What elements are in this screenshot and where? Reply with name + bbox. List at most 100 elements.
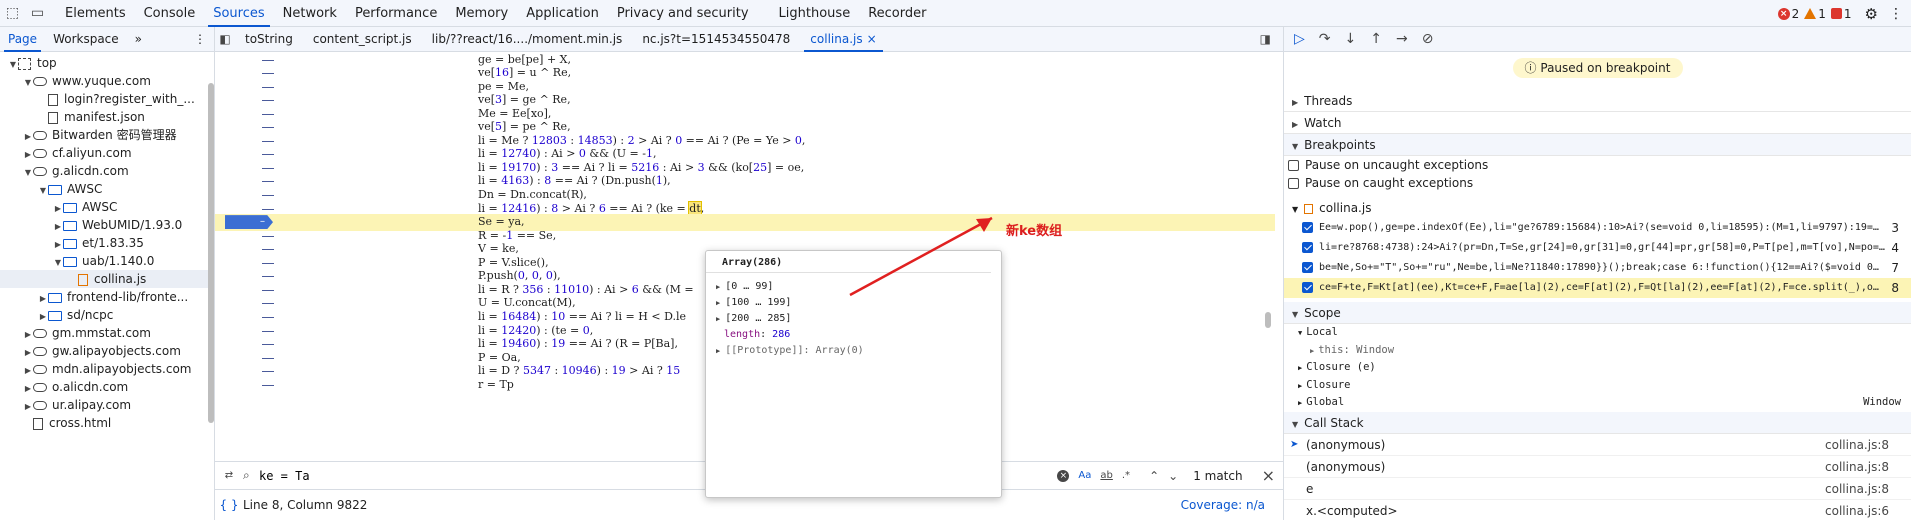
tab-page[interactable]: Page	[0, 27, 45, 52]
line-marker[interactable]	[262, 303, 274, 305]
line-marker[interactable]	[262, 289, 274, 291]
tree-item[interactable]: ▼ uab/1.140.0	[0, 252, 214, 270]
call-frame[interactable]: x.<computed> collina.js:6	[1284, 500, 1911, 520]
collapsed-arrow-icon[interactable]: ▶	[23, 326, 33, 342]
line-marker[interactable]	[262, 167, 274, 169]
frame-location[interactable]: collina.js:8	[1825, 478, 1889, 500]
collapsed-arrow-icon[interactable]: ▶	[23, 344, 33, 360]
line-marker[interactable]	[262, 100, 274, 102]
line-marker[interactable]	[262, 262, 274, 264]
tab-network[interactable]: Network	[274, 0, 346, 27]
breakpoint-item[interactable]: Ee=w.pop(),ge=pe.indexOf(Ee),li="ge?6789…	[1284, 218, 1911, 238]
collapsed-arrow-icon[interactable]: ▶	[38, 308, 48, 324]
toggle-navigator-icon[interactable]: ◧	[215, 32, 235, 46]
tree-item[interactable]: ▶ gw.alipayobjects.com	[0, 342, 214, 360]
tree-item[interactable]: ▶ Bitwarden 密码管理器	[0, 126, 214, 144]
expanded-arrow-icon[interactable]: ▼	[8, 56, 18, 72]
line-marker[interactable]	[262, 371, 274, 373]
editor-tab[interactable]: nc.js?t=1514534550478	[632, 27, 800, 52]
collapsed-arrow-icon[interactable]: ▶	[53, 218, 63, 234]
settings-gear-icon[interactable]: ⚙	[1865, 5, 1878, 23]
editor-tab[interactable]: toString	[235, 27, 303, 52]
collapsed-arrow-icon[interactable]: ▶	[53, 200, 63, 216]
breakpoint-item[interactable]: li=re?8768:4738):24>Ai?(pr=Dn,T=Se,gr[24…	[1284, 238, 1911, 258]
tree-item[interactable]: ▶ AWSC	[0, 198, 214, 216]
checkbox[interactable]	[1288, 160, 1299, 171]
line-marker[interactable]	[262, 249, 274, 251]
collapsed-arrow-icon[interactable]: ▶	[38, 290, 48, 306]
step-icon[interactable]: →	[1396, 31, 1408, 47]
frame-location[interactable]: collina.js:6	[1825, 500, 1889, 520]
toggle-debugger-icon[interactable]: ◨	[1260, 32, 1271, 46]
section-breakpoints[interactable]: ▼ Breakpoints	[1284, 134, 1911, 156]
editor-scrollbar-thumb[interactable]	[1265, 312, 1271, 328]
line-marker[interactable]	[262, 235, 274, 237]
expanded-arrow-icon[interactable]: ▼	[23, 74, 33, 90]
breakpoint-item[interactable]: be=Ne,So+="T",So+="ru",Ne=be,li=Ne?11840…	[1284, 258, 1911, 278]
editor-tab[interactable]: collina.js ×	[800, 27, 886, 52]
line-marker[interactable]	[262, 357, 274, 359]
tree-item[interactable]: ▼ top	[0, 54, 214, 72]
line-marker[interactable]	[262, 113, 274, 115]
tab-memory[interactable]: Memory	[446, 0, 517, 27]
line-marker[interactable]	[262, 384, 274, 386]
tab-application[interactable]: Application	[517, 0, 608, 27]
tree-item[interactable]: login?register_with_...	[0, 90, 214, 108]
match-case-button[interactable]: Aa	[1078, 470, 1091, 481]
line-marker[interactable]	[262, 344, 274, 346]
inspect-element-icon[interactable]: ⬚	[0, 5, 25, 21]
tree-item[interactable]: ▼ g.alicdn.com	[0, 162, 214, 180]
line-marker[interactable]	[262, 195, 274, 196]
expanded-arrow-icon[interactable]: ▼	[23, 164, 33, 180]
tree-item[interactable]: ▼ www.yuque.com	[0, 72, 214, 90]
scope-closure-e[interactable]: ▶ Closure (e)	[1284, 359, 1911, 377]
line-marker[interactable]	[262, 86, 274, 88]
line-marker[interactable]	[262, 208, 274, 210]
tree-item[interactable]: ▶ gm.mmstat.com	[0, 324, 214, 342]
collapsed-arrow-icon[interactable]: ▶	[23, 362, 33, 378]
tree-item[interactable]: ▶ o.alicdn.com	[0, 378, 214, 396]
scope-local[interactable]: ▼ Local	[1284, 324, 1911, 342]
error-count[interactable]: × 2	[1777, 7, 1799, 21]
section-call-stack[interactable]: ▼ Call Stack	[1284, 411, 1911, 434]
line-marker[interactable]	[262, 127, 274, 129]
warning-count[interactable]: 1	[1804, 7, 1826, 21]
step-into-icon[interactable]: ↓	[1345, 31, 1357, 47]
collapsed-arrow-icon[interactable]: ▶	[23, 398, 33, 414]
frame-location[interactable]: collina.js:8	[1825, 456, 1889, 478]
more-tabs-icon[interactable]: »	[127, 27, 150, 52]
tree-item[interactable]: ▼ AWSC	[0, 180, 214, 198]
collapsed-arrow-icon[interactable]: ▶	[53, 236, 63, 252]
tree-item[interactable]: ▶ sd/ncpc	[0, 306, 214, 324]
call-frame[interactable]: (anonymous) collina.js:8	[1284, 456, 1911, 478]
section-watch[interactable]: ▶ Watch	[1284, 112, 1911, 134]
more-options-icon[interactable]: ⋮	[1889, 6, 1903, 22]
line-marker[interactable]	[262, 59, 274, 61]
pause-uncaught-option[interactable]: Pause on uncaught exceptions	[1284, 156, 1911, 174]
line-marker[interactable]	[262, 140, 274, 142]
replace-toggle-icon[interactable]: ⇄	[215, 470, 243, 481]
line-marker[interactable]	[262, 73, 274, 75]
tree-item[interactable]: ▶ WebUMID/1.93.0	[0, 216, 214, 234]
more-options-icon[interactable]: ⋮	[194, 32, 206, 46]
checkbox[interactable]	[1288, 178, 1299, 189]
tab-workspace[interactable]: Workspace	[45, 27, 127, 52]
tree-item[interactable]: manifest.json	[0, 108, 214, 126]
coverage-status[interactable]: Coverage: n/a	[1181, 498, 1265, 512]
scope-closure[interactable]: ▶ Closure	[1284, 377, 1911, 395]
collapsed-arrow-icon[interactable]: ▶	[23, 146, 33, 162]
collapsed-arrow-icon[interactable]: ▶	[23, 380, 33, 396]
array-chunk-2[interactable]: ▶ [200 … 285]	[706, 311, 1001, 327]
line-marker[interactable]	[262, 181, 274, 183]
resume-icon[interactable]: ▷	[1294, 31, 1305, 47]
step-over-icon[interactable]: ↷	[1319, 31, 1331, 47]
frame-location[interactable]: collina.js:8	[1825, 434, 1889, 456]
tab-console[interactable]: Console	[135, 0, 205, 27]
tab-elements[interactable]: Elements	[56, 0, 135, 27]
checkbox-checked[interactable]	[1302, 261, 1313, 273]
tree-item[interactable]: ▶ cf.aliyun.com	[0, 144, 214, 162]
expanded-arrow-icon[interactable]: ▼	[38, 182, 48, 198]
checkbox-checked[interactable]	[1302, 281, 1313, 293]
array-prototype[interactable]: ▶ [[Prototype]]: Array(0)	[706, 343, 1001, 359]
scope-global[interactable]: ▶ Global Window	[1284, 394, 1911, 412]
